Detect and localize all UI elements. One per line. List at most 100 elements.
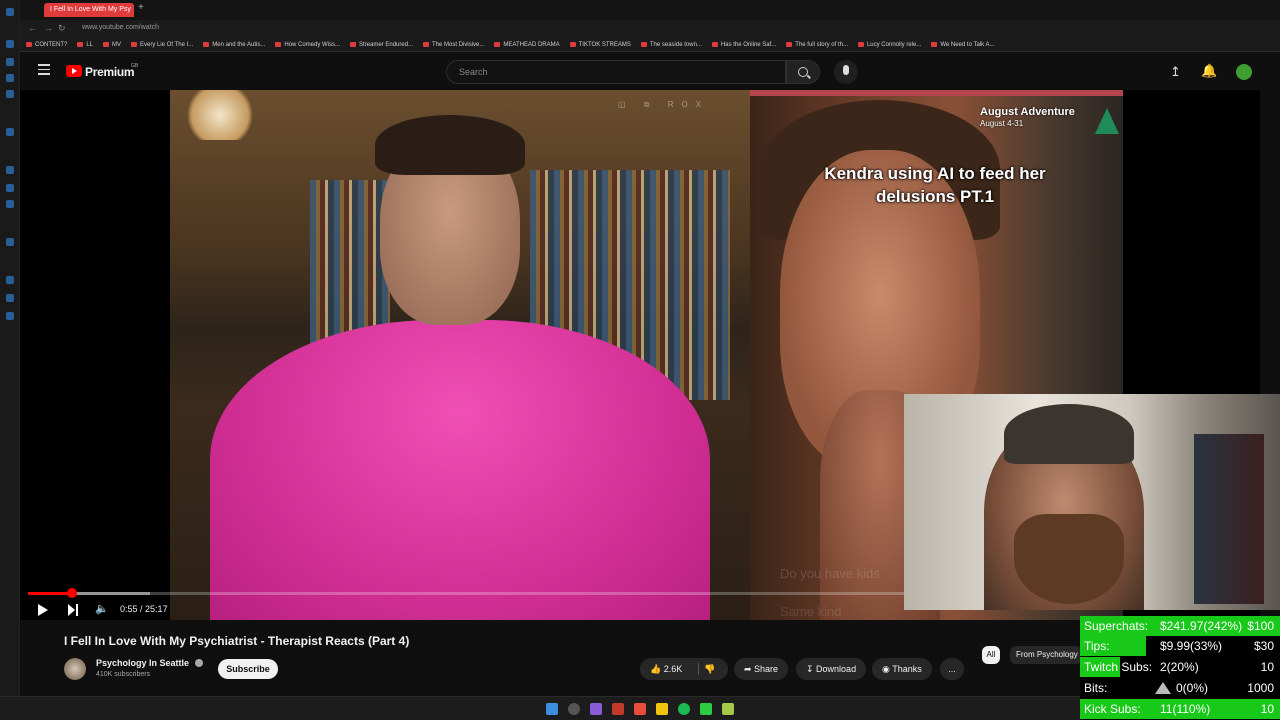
goal-target: 10 xyxy=(1260,660,1274,674)
windows-start-icon[interactable] xyxy=(546,703,558,715)
goal-value: 11(110%) xyxy=(1160,702,1211,716)
bookmark-item[interactable]: Lucy Connolly rele... xyxy=(857,42,921,48)
bookmark-item[interactable]: Has the Online Saf... xyxy=(711,42,776,48)
like-dislike-group: 👍 2.6K 👎 xyxy=(640,658,728,680)
search-icon[interactable] xyxy=(568,703,580,715)
tiktok-caption: Kendra using AI to feed her delusions PT… xyxy=(824,164,1046,206)
goal-target: 1000 xyxy=(1247,681,1274,695)
bookmark-item[interactable]: CONTENT? xyxy=(26,42,67,48)
video-title: I Fell In Love With My Psychiatrist - Th… xyxy=(64,634,410,648)
youtube-logo-icon[interactable] xyxy=(66,65,82,77)
video-overlay-icons[interactable]: ◫ ⧉ ROX xyxy=(618,100,709,110)
bookmark-item[interactable]: Streamer Endured... xyxy=(350,42,413,48)
goal-label: Tips: xyxy=(1084,639,1110,653)
webcam-coat xyxy=(1194,434,1264,604)
new-tab-icon[interactable]: + xyxy=(138,2,144,13)
goal-value: 0(0%) xyxy=(1176,681,1209,695)
subscribe-button[interactable]: Subscribe xyxy=(218,659,278,679)
bookmark-item[interactable]: TIKTOK STREAMS xyxy=(569,42,631,48)
webcam-hat xyxy=(1004,404,1134,464)
goal-value: $9.99(33%) xyxy=(1160,639,1223,653)
progress-scrubber[interactable] xyxy=(67,588,78,598)
share-button[interactable]: ➦ Share xyxy=(734,658,789,680)
bookmark-item[interactable]: MEATHEAD DRAMA xyxy=(494,42,560,48)
faded-subtitle: Same kind xyxy=(780,604,842,619)
youtube-header: Premium GB Search ↥ 🔔 xyxy=(20,52,1280,90)
xbox-icon[interactable] xyxy=(700,703,712,715)
bookmark-item[interactable]: LL xyxy=(77,42,93,48)
browser-tab-active[interactable]: I Fell In Love With My Psy xyxy=(44,3,134,17)
goal-label: Kick Subs: xyxy=(1084,702,1141,716)
host-hair xyxy=(375,115,525,175)
goal-label: Bits: xyxy=(1084,681,1108,695)
time-display: 0:55 / 25:17 xyxy=(120,604,168,614)
sidebar-app-icon[interactable] xyxy=(6,58,14,66)
chip-from-channel[interactable]: From Psychology xyxy=(1010,646,1082,664)
bookmark-item[interactable]: The seaside town... xyxy=(640,42,702,48)
search-input[interactable]: Search xyxy=(446,60,786,84)
goal-row-twitch-subs: Twitch Subs: 2(20%) 10 xyxy=(1080,657,1280,677)
bookmark-item[interactable]: Every Lie Of The I... xyxy=(131,42,193,48)
sidebar-app-icon[interactable] xyxy=(6,128,14,136)
youtube-brand[interactable]: Premium xyxy=(85,65,135,79)
goal-value: $241.97(242%) xyxy=(1160,619,1243,633)
menu-icon[interactable] xyxy=(38,64,50,76)
back-icon[interactable]: ← xyxy=(28,23,37,33)
reload-icon[interactable]: ↻ xyxy=(58,23,66,34)
goal-row-tips: Tips: $9.99(33%) $30 xyxy=(1080,636,1280,656)
video-left-panel xyxy=(170,90,750,620)
goal-target: $100 xyxy=(1247,619,1274,633)
bookmark-item[interactable]: We Need to Talk A... xyxy=(931,42,994,48)
sidebar-app-icon[interactable] xyxy=(6,8,14,16)
browser-sidebar xyxy=(0,0,20,720)
search-icon[interactable] xyxy=(786,60,820,84)
bookmark-item[interactable]: MV xyxy=(103,42,121,48)
folder-icon[interactable] xyxy=(656,703,668,715)
sidebar-app-icon[interactable] xyxy=(6,312,14,320)
channel-avatar[interactable] xyxy=(64,658,86,680)
play-icon[interactable] xyxy=(38,604,48,616)
next-icon[interactable] xyxy=(68,604,78,616)
bookmark-item[interactable]: The Most Divisive... xyxy=(423,42,484,48)
goal-label: Superchats: xyxy=(1084,619,1149,633)
download-button[interactable]: ↧ Download xyxy=(796,658,867,680)
region-code: GB xyxy=(131,63,139,69)
app-icon[interactable] xyxy=(590,703,602,715)
thanks-button[interactable]: ◉ Thanks xyxy=(872,658,932,680)
sidebar-app-icon[interactable] xyxy=(6,276,14,284)
url-field[interactable]: www.youtube.com/watch xyxy=(82,24,159,31)
sidebar-app-icon[interactable] xyxy=(6,184,14,192)
taskbar xyxy=(0,696,1080,720)
sidebar-app-icon[interactable] xyxy=(6,74,14,82)
progress-played xyxy=(28,592,73,595)
volume-icon[interactable]: 🔈 xyxy=(95,602,109,615)
more-button[interactable]: ... xyxy=(940,658,964,680)
app-icon[interactable] xyxy=(722,703,734,715)
bookmark-item[interactable]: Men and the Autis... xyxy=(203,42,265,48)
bookmark-item[interactable]: The full story of th... xyxy=(786,42,848,48)
sidebar-app-icon[interactable] xyxy=(6,40,14,48)
like-button[interactable]: 👍 2.6K xyxy=(650,664,682,674)
tab-bar: I Fell In Love With My Psy + xyxy=(20,0,1280,20)
avatar[interactable] xyxy=(1236,64,1252,80)
obs-icon[interactable] xyxy=(634,703,646,715)
sidebar-app-icon[interactable] xyxy=(6,294,14,302)
bookmark-item[interactable]: How Comedy Wiss... xyxy=(275,42,340,48)
sidebar-app-icon[interactable] xyxy=(6,238,14,246)
goal-row-kick-subs: Kick Subs: 11(110%) 10 xyxy=(1080,699,1280,719)
microphone-icon[interactable] xyxy=(834,60,858,84)
chip-all[interactable]: All xyxy=(982,646,1000,664)
spotify-icon[interactable] xyxy=(678,703,690,715)
dislike-icon[interactable]: 👎 xyxy=(704,658,715,680)
forward-icon[interactable]: → xyxy=(44,23,53,33)
sidebar-app-icon[interactable] xyxy=(6,200,14,208)
sidebar-app-icon[interactable] xyxy=(6,166,14,174)
upload-icon[interactable]: ↥ xyxy=(1170,64,1181,80)
goal-label: Twitch Subs: xyxy=(1084,660,1153,674)
bell-icon[interactable]: 🔔 xyxy=(1201,63,1217,79)
browser-icon[interactable] xyxy=(612,703,624,715)
goal-value: 2(20%) xyxy=(1160,660,1199,674)
bookmarks-bar: CONTENT? LL MV Every Lie Of The I... Men… xyxy=(20,38,1280,52)
sidebar-app-icon[interactable] xyxy=(6,90,14,98)
channel-name[interactable]: Psychology In Seattle xyxy=(96,658,189,668)
